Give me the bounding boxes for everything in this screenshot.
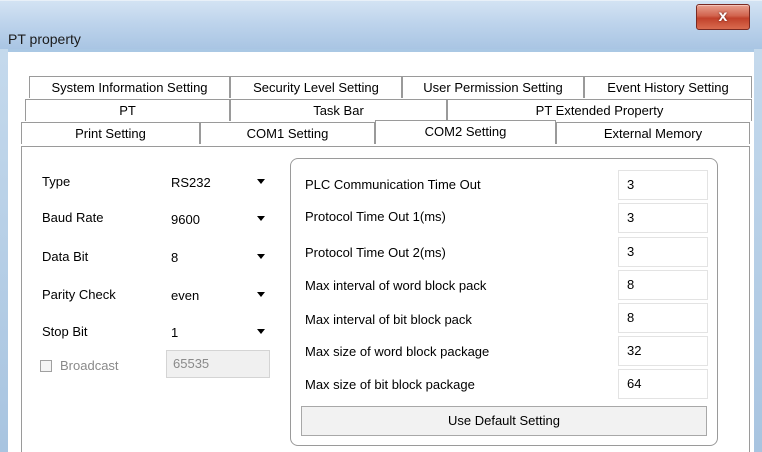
window-title: PT property bbox=[8, 31, 81, 47]
tab-com2-setting[interactable]: COM2 Setting bbox=[375, 120, 556, 144]
tab-com1-setting[interactable]: COM1 Setting bbox=[200, 122, 375, 144]
timing-settings-group bbox=[290, 158, 718, 446]
broadcast-address-value: 65535 bbox=[173, 356, 210, 371]
plc-communication-timeout-value: 3 bbox=[627, 177, 635, 192]
parity-check-select[interactable]: even bbox=[164, 283, 272, 307]
max-size-bit-block-value: 64 bbox=[627, 376, 642, 391]
close-icon: x bbox=[718, 8, 728, 25]
type-value: RS232 bbox=[171, 175, 211, 190]
tab-pt-extended-property[interactable]: PT Extended Property bbox=[447, 99, 752, 121]
title-bar[interactable]: PT property x bbox=[0, 0, 762, 49]
protocol-timeout-2-input[interactable]: 3 bbox=[618, 237, 708, 267]
stop-bit-label: Stop Bit bbox=[42, 324, 88, 339]
max-size-bit-block-input[interactable]: 64 bbox=[618, 369, 708, 399]
tab-user-permission-setting[interactable]: User Permission Setting bbox=[402, 76, 584, 98]
parity-check-label: Parity Check bbox=[42, 287, 116, 302]
tab-external-memory[interactable]: External Memory bbox=[556, 122, 750, 144]
baud-rate-label: Baud Rate bbox=[42, 210, 104, 225]
data-bit-label: Data Bit bbox=[42, 249, 89, 264]
chevron-down-icon bbox=[257, 254, 265, 259]
tab-event-history-setting[interactable]: Event History Setting bbox=[584, 76, 752, 98]
protocol-timeout-2-label: Protocol Time Out 2(ms) bbox=[305, 245, 446, 260]
max-interval-bit-block-input[interactable]: 8 bbox=[618, 303, 708, 333]
baud-rate-value: 9600 bbox=[171, 212, 200, 227]
plc-communication-timeout-input[interactable]: 3 bbox=[618, 170, 708, 200]
window-border-left bbox=[0, 0, 8, 452]
max-interval-word-block-input[interactable]: 8 bbox=[618, 270, 708, 300]
tab-task-bar[interactable]: Task Bar bbox=[230, 99, 447, 121]
max-size-word-block-value: 32 bbox=[627, 343, 642, 358]
max-size-word-block-label: Max size of word block package bbox=[305, 344, 490, 359]
max-interval-bit-block-value: 8 bbox=[627, 310, 635, 325]
protocol-timeout-1-input[interactable]: 3 bbox=[618, 203, 708, 233]
data-bit-value: 8 bbox=[171, 250, 179, 265]
type-select[interactable]: RS232 bbox=[164, 170, 272, 194]
max-interval-word-block-value: 8 bbox=[627, 277, 635, 292]
tab-system-information-setting[interactable]: System Information Setting bbox=[29, 76, 230, 98]
plc-communication-timeout-label: PLC Communication Time Out bbox=[305, 177, 481, 192]
close-button[interactable]: x bbox=[696, 4, 750, 30]
type-label: Type bbox=[42, 174, 71, 189]
chevron-down-icon bbox=[257, 179, 265, 184]
max-size-bit-block-label: Max size of bit block package bbox=[305, 377, 475, 392]
max-interval-bit-block-label: Max interval of bit block pack bbox=[305, 312, 472, 327]
stop-bit-value: 1 bbox=[171, 325, 179, 340]
use-default-setting-button[interactable]: Use Default Setting bbox=[301, 406, 707, 436]
chevron-down-icon bbox=[257, 329, 265, 334]
parity-check-value: even bbox=[171, 288, 200, 303]
protocol-timeout-1-value: 3 bbox=[627, 210, 635, 225]
tab-pt[interactable]: PT bbox=[25, 99, 230, 121]
data-bit-select[interactable]: 8 bbox=[164, 245, 272, 269]
max-interval-word-block-label: Max interval of word block pack bbox=[305, 278, 487, 293]
tab-print-setting[interactable]: Print Setting bbox=[21, 122, 200, 144]
chevron-down-icon bbox=[257, 292, 265, 297]
tab-security-level-setting[interactable]: Security Level Setting bbox=[230, 76, 402, 98]
window-border-right bbox=[754, 0, 762, 452]
baud-rate-select[interactable]: 9600 bbox=[164, 207, 272, 231]
broadcast-label: Broadcast bbox=[60, 358, 119, 373]
broadcast-address-field[interactable]: 65535 bbox=[166, 350, 270, 378]
protocol-timeout-1-label: Protocol Time Out 1(ms) bbox=[305, 209, 446, 224]
max-size-word-block-input[interactable]: 32 bbox=[618, 336, 708, 366]
protocol-timeout-2-value: 3 bbox=[627, 244, 635, 259]
stop-bit-select[interactable]: 1 bbox=[164, 320, 272, 344]
chevron-down-icon bbox=[257, 216, 265, 221]
broadcast-checkbox[interactable] bbox=[40, 360, 52, 372]
